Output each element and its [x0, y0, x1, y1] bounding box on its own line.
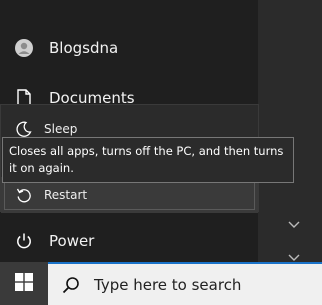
user-name: Blogsdna [49, 39, 119, 57]
search-input[interactable]: Type here to search [48, 262, 322, 305]
power-icon [13, 230, 35, 252]
restart-icon [15, 186, 33, 204]
start-button[interactable] [0, 262, 48, 305]
search-icon [60, 274, 82, 296]
windows-logo-icon [15, 272, 33, 295]
user-account-button[interactable]: Blogsdna [0, 26, 258, 70]
power-button[interactable]: Power [0, 219, 258, 263]
taskbar: Type here to search [0, 262, 322, 305]
sleep-label: Sleep [44, 122, 78, 136]
restart-label: Restart [44, 188, 88, 202]
moon-icon [15, 120, 33, 138]
power-label: Power [49, 232, 95, 250]
search-placeholder: Type here to search [94, 275, 242, 294]
chevron-down-icon[interactable] [286, 219, 302, 231]
restart-tooltip: Closes all apps, turns off the PC, and t… [2, 137, 294, 183]
user-avatar-icon [13, 37, 35, 59]
